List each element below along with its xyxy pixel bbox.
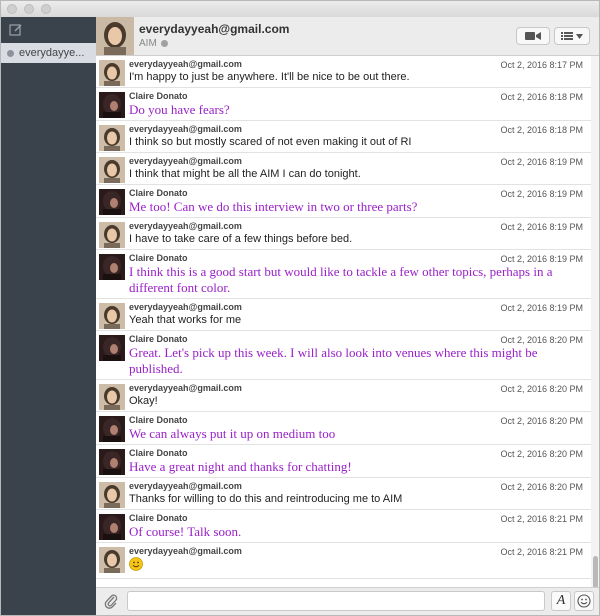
message-text: I'm happy to just be anywhere. It'll be … bbox=[129, 71, 410, 83]
scrollbar-thumb[interactable] bbox=[593, 556, 598, 590]
message-text: I have to take care of a few things befo… bbox=[129, 233, 353, 245]
emoji-button[interactable] bbox=[574, 591, 594, 611]
sender-avatar[interactable] bbox=[99, 384, 125, 410]
minimize-window-button[interactable] bbox=[24, 4, 34, 14]
status-dot-icon bbox=[7, 49, 14, 57]
message-timestamp: Oct 2, 2016 8:20 PM bbox=[500, 384, 583, 394]
message-timestamp: Oct 2, 2016 8:18 PM bbox=[500, 92, 583, 102]
message-row: Claire Donato Oct 2, 2016 8:18 PM Do you h… bbox=[96, 88, 591, 121]
message-row: Claire Donato Oct 2, 2016 8:19 PM I think … bbox=[96, 250, 591, 299]
service-label: AIM bbox=[139, 38, 157, 49]
message-row: Claire Donato Oct 2, 2016 8:20 PM Great. L… bbox=[96, 331, 591, 380]
sender-avatar[interactable] bbox=[99, 547, 125, 573]
sidebar-item-label: everydayye... bbox=[19, 47, 85, 59]
message-row: Claire Donato Oct 2, 2016 8:21 PM Of cours… bbox=[96, 510, 591, 543]
message-row: everydayyeah@gmail.com Oct 2, 2016 8:21 P… bbox=[96, 543, 591, 579]
sender-avatar[interactable] bbox=[99, 92, 125, 118]
sender-avatar[interactable] bbox=[99, 482, 125, 508]
message-timestamp: Oct 2, 2016 8:21 PM bbox=[500, 547, 583, 557]
message-text: I think this is a good start but would l… bbox=[129, 264, 553, 295]
message-text: Thanks for willing to do this and reintr… bbox=[129, 493, 403, 505]
message-text: I think so but mostly scared of not even… bbox=[129, 136, 412, 148]
message-row: everydayyeah@gmail.com Oct 2, 2016 8:19 P… bbox=[96, 299, 591, 331]
contact-status: AIM bbox=[139, 38, 168, 49]
message-row: Claire Donato Oct 2, 2016 8:19 PM Me too! … bbox=[96, 185, 591, 218]
message-row: everydayyeah@gmail.com Oct 2, 2016 8:19 P… bbox=[96, 218, 591, 250]
contact-avatar[interactable] bbox=[96, 17, 134, 55]
message-list[interactable]: everydayyeah@gmail.com Oct 2, 2016 8:17 P… bbox=[96, 56, 591, 594]
sidebar-item-conversation[interactable]: everydayye... bbox=[1, 43, 96, 63]
message-timestamp: Oct 2, 2016 8:20 PM bbox=[500, 335, 583, 345]
sidebar: everydayye... bbox=[1, 17, 96, 615]
conversation-pane: everydayyeah@gmail.com AIM everydayyeah@… bbox=[96, 17, 599, 615]
font-button[interactable]: A bbox=[551, 591, 571, 611]
message-timestamp: Oct 2, 2016 8:20 PM bbox=[500, 449, 583, 459]
contact-name: everydayyeah@gmail.com bbox=[139, 22, 290, 36]
sender-avatar[interactable] bbox=[99, 449, 125, 475]
chat-window: everydayye... everydayyeah@gmail.com AIM bbox=[0, 0, 600, 616]
list-menu-icon bbox=[561, 32, 573, 40]
sender-avatar[interactable] bbox=[99, 125, 125, 151]
chevron-down-icon bbox=[576, 33, 583, 39]
message-text bbox=[129, 557, 583, 578]
smiley-icon bbox=[577, 594, 591, 608]
message-row: Claire Donato Oct 2, 2016 8:20 PM Have a g… bbox=[96, 445, 591, 478]
sender-avatar[interactable] bbox=[99, 254, 125, 280]
presence-dot-icon bbox=[160, 40, 168, 47]
sender-avatar[interactable] bbox=[99, 222, 125, 248]
message-text: Have a great night and thanks for chatti… bbox=[129, 459, 352, 474]
message-text: Yeah that works for me bbox=[129, 314, 242, 326]
sender-avatar[interactable] bbox=[99, 416, 125, 442]
sender-avatar[interactable] bbox=[99, 157, 125, 183]
message-timestamp: Oct 2, 2016 8:17 PM bbox=[500, 60, 583, 70]
message-timestamp: Oct 2, 2016 8:19 PM bbox=[500, 189, 583, 199]
message-input[interactable] bbox=[127, 591, 545, 611]
message-timestamp: Oct 2, 2016 8:21 PM bbox=[500, 514, 583, 524]
message-row: everydayyeah@gmail.com Oct 2, 2016 8:19 P… bbox=[96, 153, 591, 185]
message-timestamp: Oct 2, 2016 8:19 PM bbox=[500, 157, 583, 167]
message-row: everydayyeah@gmail.com Oct 2, 2016 8:20 P… bbox=[96, 478, 591, 510]
message-row: Claire Donato Oct 2, 2016 8:20 PM We can a… bbox=[96, 412, 591, 445]
compose-icon[interactable] bbox=[9, 23, 23, 37]
smiley-emoji-icon bbox=[129, 557, 143, 571]
sender-avatar[interactable] bbox=[99, 189, 125, 215]
message-text: Do you have fears? bbox=[129, 102, 230, 117]
message-text: Me too! Can we do this interview in two … bbox=[129, 199, 418, 214]
sender-avatar[interactable] bbox=[99, 514, 125, 540]
message-row: everydayyeah@gmail.com Oct 2, 2016 8:18 P… bbox=[96, 121, 591, 153]
message-text: I think that might be all the AIM I can … bbox=[129, 168, 361, 180]
message-row: everydayyeah@gmail.com Oct 2, 2016 8:20 P… bbox=[96, 380, 591, 412]
video-call-button[interactable] bbox=[516, 27, 550, 45]
message-text: Great. Let's pick up this week. I will a… bbox=[129, 345, 538, 376]
message-text: Okay! bbox=[129, 395, 158, 407]
message-timestamp: Oct 2, 2016 8:19 PM bbox=[500, 254, 583, 264]
video-camera-icon bbox=[525, 32, 541, 40]
message-text: We can always put it up on medium too bbox=[129, 426, 336, 441]
message-timestamp: Oct 2, 2016 8:19 PM bbox=[500, 303, 583, 313]
scrollbar[interactable] bbox=[591, 56, 599, 594]
message-row: everydayyeah@gmail.com Oct 2, 2016 8:17 P… bbox=[96, 56, 591, 88]
zoom-window-button[interactable] bbox=[41, 4, 51, 14]
message-timestamp: Oct 2, 2016 8:20 PM bbox=[500, 416, 583, 426]
message-text: Of course! Talk soon. bbox=[129, 524, 242, 539]
close-window-button[interactable] bbox=[7, 4, 17, 14]
title-bar[interactable] bbox=[1, 1, 599, 17]
sender-avatar[interactable] bbox=[99, 335, 125, 361]
paperclip-icon[interactable] bbox=[103, 593, 119, 609]
sender-avatar[interactable] bbox=[99, 60, 125, 86]
conversation-header: everydayyeah@gmail.com AIM bbox=[96, 17, 599, 56]
sender-avatar[interactable] bbox=[99, 303, 125, 329]
window-controls bbox=[7, 4, 51, 14]
message-timestamp: Oct 2, 2016 8:18 PM bbox=[500, 125, 583, 135]
details-menu-button[interactable] bbox=[554, 27, 590, 45]
message-timestamp: Oct 2, 2016 8:20 PM bbox=[500, 482, 583, 492]
compose-bar: A bbox=[96, 587, 599, 615]
message-timestamp: Oct 2, 2016 8:19 PM bbox=[500, 222, 583, 232]
